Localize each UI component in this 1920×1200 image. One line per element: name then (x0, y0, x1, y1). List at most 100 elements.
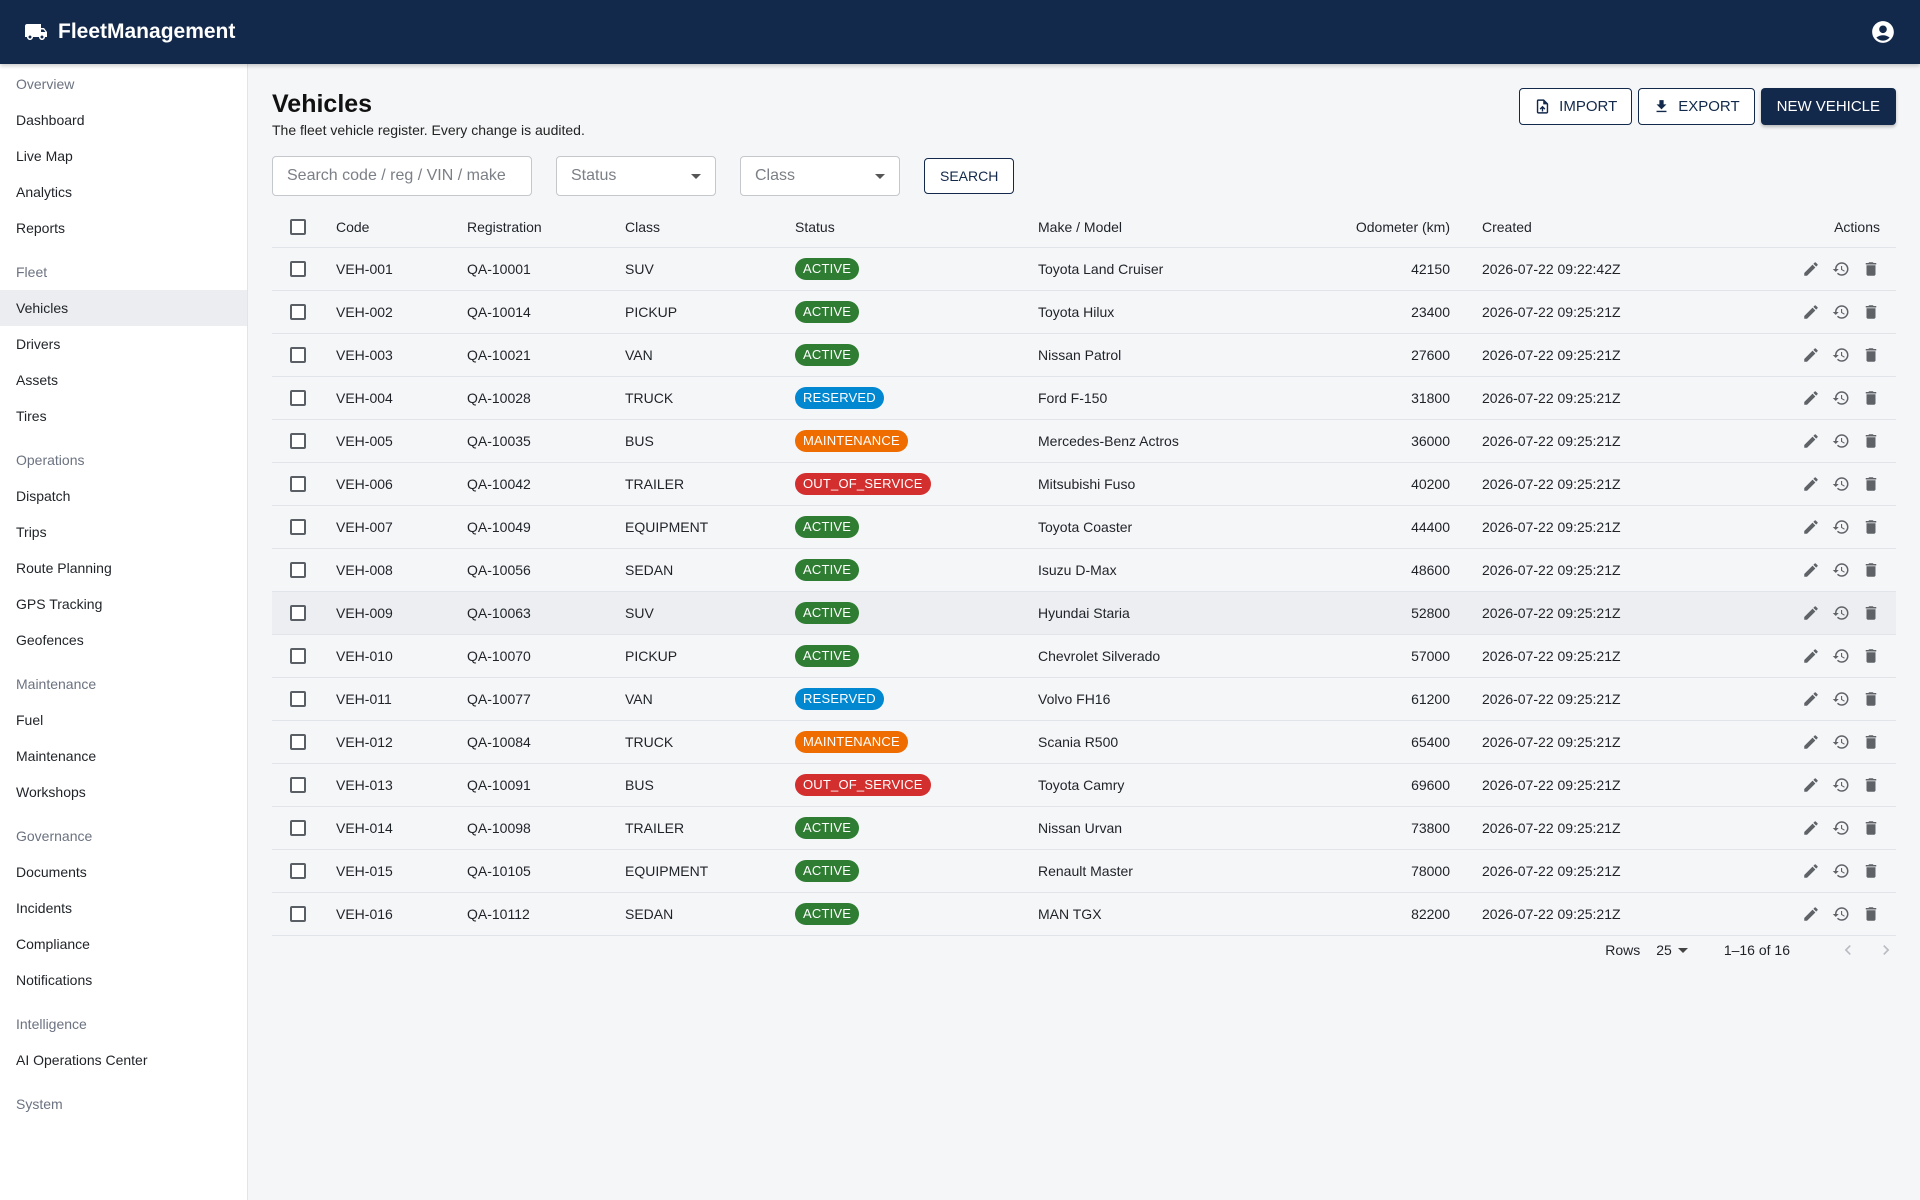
row-checkbox[interactable] (290, 906, 306, 922)
row-checkbox[interactable] (290, 605, 306, 621)
edit-icon[interactable] (1802, 604, 1820, 622)
select-all-checkbox[interactable] (290, 218, 306, 235)
edit-icon[interactable] (1802, 819, 1820, 837)
sidebar-item-trips[interactable]: Trips (0, 514, 247, 550)
delete-icon[interactable] (1862, 518, 1880, 536)
history-icon[interactable] (1832, 733, 1850, 751)
edit-icon[interactable] (1802, 776, 1820, 794)
sidebar-item-dashboard[interactable]: Dashboard (0, 102, 247, 138)
edit-icon[interactable] (1802, 475, 1820, 493)
edit-icon[interactable] (1802, 561, 1820, 579)
sidebar-item-dispatch[interactable]: Dispatch (0, 478, 247, 514)
column-header-created[interactable]: Created (1450, 219, 1690, 235)
table-row[interactable]: VEH-011 QA-10077 VAN RESERVED Volvo FH16… (272, 678, 1896, 721)
sidebar-item-ai-operations-center[interactable]: AI Operations Center (0, 1042, 247, 1078)
delete-icon[interactable] (1862, 905, 1880, 923)
table-row[interactable]: VEH-001 QA-10001 SUV ACTIVE Toyota Land … (272, 248, 1896, 291)
table-row[interactable]: VEH-007 QA-10049 EQUIPMENT ACTIVE Toyota… (272, 506, 1896, 549)
table-row[interactable]: VEH-010 QA-10070 PICKUP ACTIVE Chevrolet… (272, 635, 1896, 678)
row-checkbox[interactable] (290, 519, 306, 535)
row-checkbox[interactable] (290, 304, 306, 320)
sidebar-item-vehicles[interactable]: Vehicles (0, 290, 247, 326)
table-row[interactable]: VEH-012 QA-10084 TRUCK MAINTENANCE Scani… (272, 721, 1896, 764)
table-row[interactable]: VEH-003 QA-10021 VAN ACTIVE Nissan Patro… (272, 334, 1896, 377)
delete-icon[interactable] (1862, 432, 1880, 450)
sidebar-item-route-planning[interactable]: Route Planning (0, 550, 247, 586)
table-row[interactable]: VEH-006 QA-10042 TRAILER OUT_OF_SERVICE … (272, 463, 1896, 506)
column-header-registration[interactable]: Registration (467, 219, 625, 235)
history-icon[interactable] (1832, 819, 1850, 837)
delete-icon[interactable] (1862, 733, 1880, 751)
history-icon[interactable] (1832, 389, 1850, 407)
history-icon[interactable] (1832, 862, 1850, 880)
sidebar-item-notifications[interactable]: Notifications (0, 962, 247, 998)
row-checkbox[interactable] (290, 476, 306, 492)
history-icon[interactable] (1832, 518, 1850, 536)
delete-icon[interactable] (1862, 819, 1880, 837)
history-icon[interactable] (1832, 561, 1850, 579)
delete-icon[interactable] (1862, 475, 1880, 493)
edit-icon[interactable] (1802, 303, 1820, 321)
row-checkbox[interactable] (290, 347, 306, 363)
row-checkbox[interactable] (290, 777, 306, 793)
column-header-status[interactable]: Status (795, 219, 1038, 235)
class-select[interactable]: Class (740, 156, 900, 196)
table-row[interactable]: VEH-015 QA-10105 EQUIPMENT ACTIVE Renaul… (272, 850, 1896, 893)
column-header-odometer[interactable]: Odometer (km) (1292, 219, 1450, 235)
sidebar-item-documents[interactable]: Documents (0, 854, 247, 890)
edit-icon[interactable] (1802, 733, 1820, 751)
status-select[interactable]: Status (556, 156, 716, 196)
table-row[interactable]: VEH-009 QA-10063 SUV ACTIVE Hyundai Star… (272, 592, 1896, 635)
row-checkbox[interactable] (290, 863, 306, 879)
table-row[interactable]: VEH-016 QA-10112 SEDAN ACTIVE MAN TGX 82… (272, 893, 1896, 936)
row-checkbox[interactable] (290, 648, 306, 664)
table-row[interactable]: VEH-014 QA-10098 TRAILER ACTIVE Nissan U… (272, 807, 1896, 850)
row-checkbox[interactable] (290, 734, 306, 750)
history-icon[interactable] (1832, 647, 1850, 665)
edit-icon[interactable] (1802, 518, 1820, 536)
delete-icon[interactable] (1862, 346, 1880, 364)
history-icon[interactable] (1832, 432, 1850, 450)
sidebar-item-live-map[interactable]: Live Map (0, 138, 247, 174)
edit-icon[interactable] (1802, 905, 1820, 923)
table-row[interactable]: VEH-002 QA-10014 PICKUP ACTIVE Toyota Hi… (272, 291, 1896, 334)
column-header-code[interactable]: Code (336, 219, 467, 235)
sidebar-item-incidents[interactable]: Incidents (0, 890, 247, 926)
brand[interactable]: FleetManagement (24, 20, 235, 44)
delete-icon[interactable] (1862, 604, 1880, 622)
new-vehicle-button[interactable]: NEW VEHICLE (1760, 88, 1896, 125)
edit-icon[interactable] (1802, 690, 1820, 708)
sidebar-item-workshops[interactable]: Workshops (0, 774, 247, 810)
rows-per-page-select[interactable]: 25 (1656, 942, 1688, 958)
history-icon[interactable] (1832, 475, 1850, 493)
edit-icon[interactable] (1802, 432, 1820, 450)
sidebar-item-fuel[interactable]: Fuel (0, 702, 247, 738)
delete-icon[interactable] (1862, 647, 1880, 665)
history-icon[interactable] (1832, 690, 1850, 708)
next-page-button[interactable] (1876, 940, 1896, 960)
history-icon[interactable] (1832, 260, 1850, 278)
table-row[interactable]: VEH-013 QA-10091 BUS OUT_OF_SERVICE Toyo… (272, 764, 1896, 807)
import-button[interactable]: IMPORT (1519, 88, 1633, 125)
export-button[interactable]: EXPORT (1638, 88, 1755, 125)
sidebar-item-reports[interactable]: Reports (0, 210, 247, 246)
history-icon[interactable] (1832, 905, 1850, 923)
edit-icon[interactable] (1802, 389, 1820, 407)
row-checkbox[interactable] (290, 390, 306, 406)
delete-icon[interactable] (1862, 260, 1880, 278)
column-header-class[interactable]: Class (625, 219, 795, 235)
table-row[interactable]: VEH-005 QA-10035 BUS MAINTENANCE Mercede… (272, 420, 1896, 463)
delete-icon[interactable] (1862, 862, 1880, 880)
edit-icon[interactable] (1802, 260, 1820, 278)
sidebar-item-assets[interactable]: Assets (0, 362, 247, 398)
sidebar-item-maintenance[interactable]: Maintenance (0, 738, 247, 774)
delete-icon[interactable] (1862, 561, 1880, 579)
edit-icon[interactable] (1802, 346, 1820, 364)
sidebar-item-analytics[interactable]: Analytics (0, 174, 247, 210)
table-row[interactable]: VEH-008 QA-10056 SEDAN ACTIVE Isuzu D-Ma… (272, 549, 1896, 592)
row-checkbox[interactable] (290, 562, 306, 578)
search-button[interactable]: SEARCH (924, 158, 1015, 194)
row-checkbox[interactable] (290, 433, 306, 449)
sidebar-item-geofences[interactable]: Geofences (0, 622, 247, 658)
column-header-make-model[interactable]: Make / Model (1038, 219, 1292, 235)
